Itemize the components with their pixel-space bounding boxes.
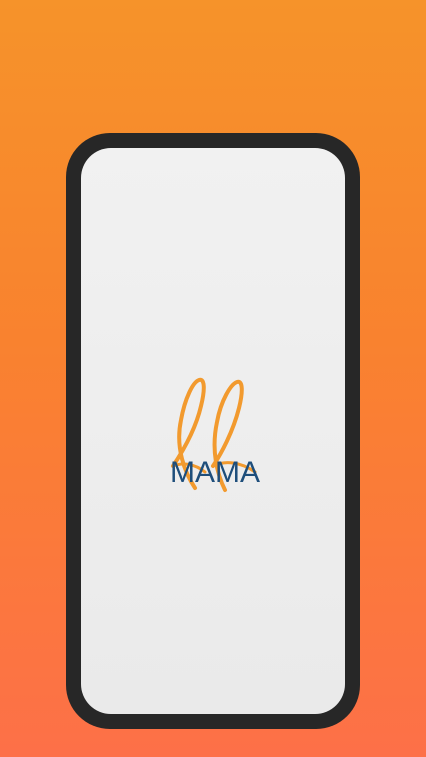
app-logo: MAMA (155, 368, 275, 493)
splash-screen: MAMA (81, 148, 345, 714)
logo-wordmark: MAMA (155, 456, 275, 490)
phone-frame: MAMA (66, 133, 360, 729)
logo-wordmark-text: MAMA (170, 456, 260, 489)
